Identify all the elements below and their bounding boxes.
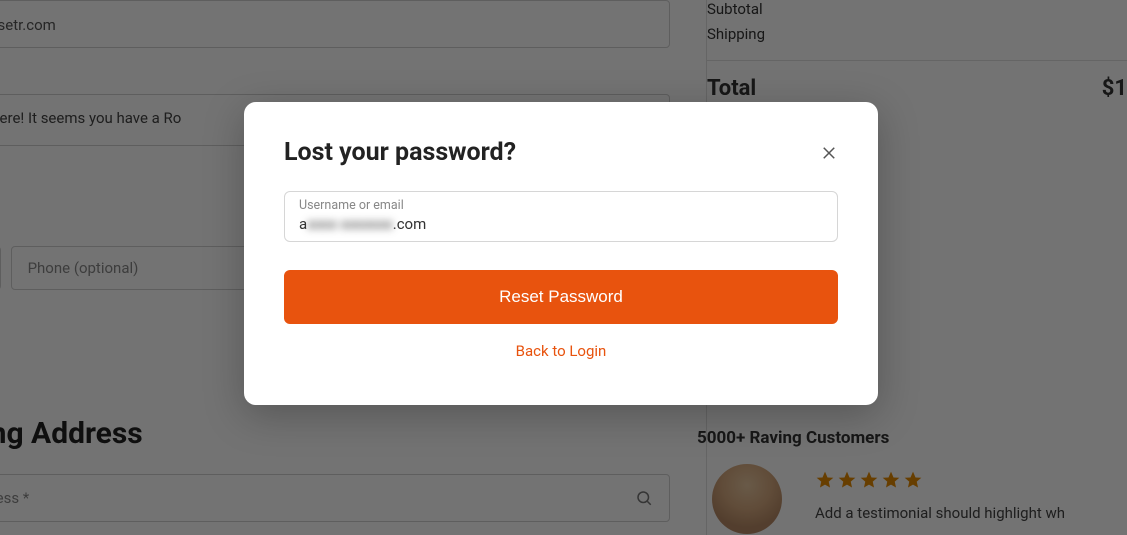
back-to-login-link[interactable]: Back to Login <box>284 342 838 360</box>
modal-title: Lost your password? <box>284 138 838 167</box>
input-value-masked: xxxx xxxxxxx <box>307 215 393 233</box>
username-email-field[interactable]: Username or email axxxx xxxxxxx.com <box>284 191 838 242</box>
lost-password-modal: Lost your password? Username or email ax… <box>244 102 878 405</box>
reset-password-button[interactable]: Reset Password <box>284 270 838 324</box>
username-email-input[interactable]: axxxx xxxxxxx.com <box>299 213 823 233</box>
input-floating-label: Username or email <box>299 198 823 213</box>
close-icon <box>820 144 838 162</box>
close-button[interactable] <box>814 138 844 168</box>
input-value-suffix: .com <box>393 215 427 233</box>
input-value-prefix: a <box>299 215 307 233</box>
